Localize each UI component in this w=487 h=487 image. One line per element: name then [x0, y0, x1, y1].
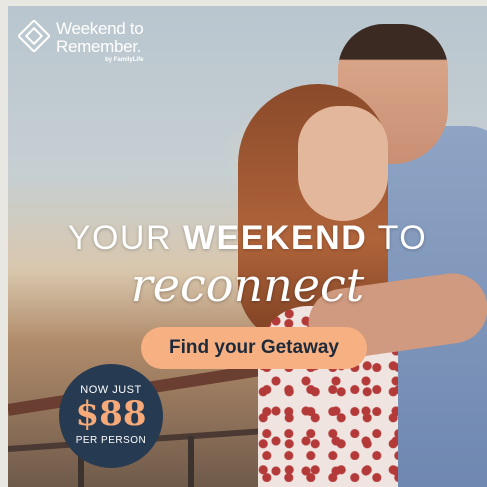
headline-part-1: YOUR	[67, 219, 183, 257]
logo-line-1: Weekend to	[56, 19, 144, 38]
price-suffix: PER PERSON	[75, 434, 147, 446]
headline-emphasis: WEEKEND	[182, 219, 368, 257]
headline-script: reconnect	[130, 258, 365, 312]
diamond-logo-icon	[18, 20, 50, 52]
logo-wordmark: Weekend to Remember. by FamilyLife	[56, 19, 144, 63]
headline: YOUR WEEKEND TO	[8, 219, 487, 258]
brand-logo[interactable]: Weekend to Remember. by FamilyLife	[18, 19, 144, 63]
ad-banner[interactable]: Weekend to Remember. by FamilyLife YOUR …	[8, 6, 487, 487]
price-badge: NOW JUST $88 PER PERSON	[59, 364, 163, 468]
logo-line-2: Remember.	[56, 37, 142, 56]
headline-part-2: TO	[367, 219, 428, 257]
price-amount: $88	[75, 394, 147, 434]
find-getaway-button[interactable]: Find your Getaway	[141, 327, 367, 369]
logo-byline: by FamilyLife	[105, 57, 144, 63]
railing-post	[188, 436, 194, 487]
couple-photo-woman-face	[298, 106, 388, 221]
